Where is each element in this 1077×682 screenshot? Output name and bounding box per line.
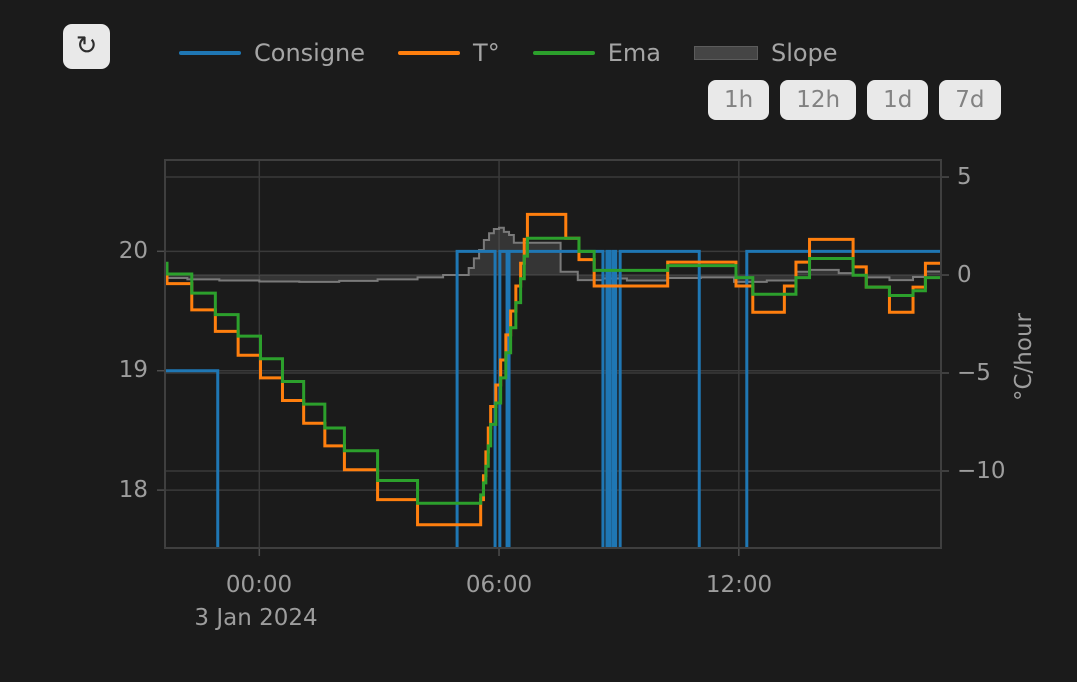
series-layer [165, 214, 941, 609]
y-left-tick-label: 20 [104, 237, 148, 265]
x-tick-label: 12:00 [679, 571, 799, 599]
y-right-tick-label: −10 [957, 457, 1006, 485]
y-right-tick-label: −5 [957, 359, 991, 387]
y-left-tick-label: 19 [104, 356, 148, 384]
chart-card: ↻ Consigne T° Ema Slope 1h 12h 1d 7d [0, 0, 1077, 682]
series-consigne-line[interactable] [165, 251, 941, 609]
grid-layer [165, 160, 941, 548]
series-slope-area[interactable] [165, 228, 941, 282]
x-tick-label: 06:00 [439, 571, 559, 599]
y-right-axis-title: °C/hour [1010, 277, 1036, 437]
y-right-tick-label: 5 [957, 163, 972, 191]
y-right-tick-label: 0 [957, 261, 972, 289]
y-left-tick-label: 18 [104, 476, 148, 504]
x-axis-date-label: 3 Jan 2024 [156, 604, 356, 632]
x-tick-label: 00:00 [199, 571, 319, 599]
